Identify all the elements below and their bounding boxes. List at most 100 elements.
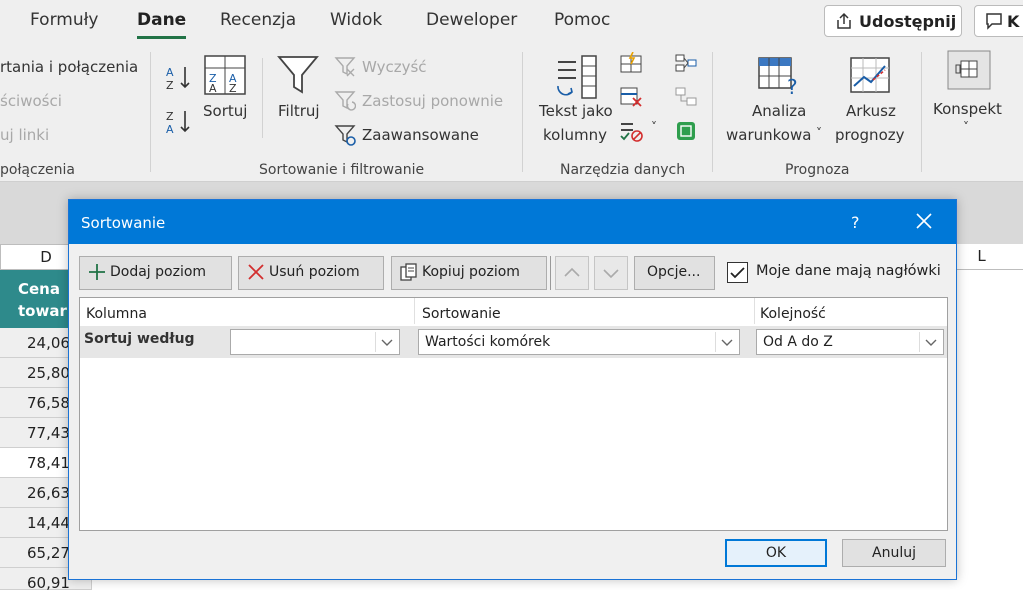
chevron-down-icon [919, 332, 941, 352]
group-label-queries: połączenia [0, 162, 76, 178]
tab-review[interactable]: Recenzja [220, 10, 296, 30]
sort-level-row[interactable]: Sortuj według Wartości komórek Od A do Z [80, 326, 947, 358]
consolidate-icon[interactable] [674, 52, 698, 78]
sort-on-select[interactable]: Wartości komórek [418, 329, 740, 355]
forecast-sheet-icon [849, 56, 893, 100]
tab-formulas[interactable]: Formuły [30, 10, 99, 30]
cancel-button[interactable]: Anuluj [842, 539, 946, 567]
close-icon[interactable] [915, 212, 933, 234]
filter-label: Filtruj [278, 102, 320, 120]
tab-data[interactable]: Dane [137, 10, 187, 39]
move-down-button[interactable] [594, 256, 628, 290]
order-select-value: Od A do Z [763, 334, 833, 350]
headers-checkbox[interactable] [727, 262, 748, 283]
headers-checkbox-label: Moje dane mają nagłówki [756, 263, 941, 279]
svg-text:Z: Z [229, 82, 237, 95]
svg-text:A: A [166, 123, 174, 136]
text-to-columns-icon [550, 54, 600, 104]
order-select[interactable]: Od A do Z [756, 329, 944, 355]
sort-levels-grid: Kolumna Sortowanie Kolejność Sortuj wedł… [79, 297, 948, 531]
ribbon-tab-bar: Formuły Dane Recenzja Widok Deweloper Po… [0, 0, 1023, 44]
chevron-up-icon [564, 267, 580, 277]
delete-level-label: Usuń poziom [269, 264, 360, 280]
checkmark-icon [730, 267, 745, 279]
chevron-down-icon: ˅ [816, 126, 822, 140]
funnel-icon [276, 54, 320, 100]
copy-level-button[interactable]: Kopiuj poziom [391, 256, 547, 290]
header-separator [414, 298, 415, 324]
reapply-icon [334, 90, 357, 116]
sort-dialog: Sortowanie ? Dodaj poziom Usuń poziom Ko… [68, 199, 957, 580]
comments-label: K [1007, 12, 1020, 31]
text-to-columns-label-2: kolumny [543, 126, 607, 144]
share-button[interactable]: Udostępnij [824, 5, 962, 37]
tab-developer[interactable]: Deweloper [426, 10, 517, 30]
clear-filter-icon [334, 56, 356, 82]
toolbar-separator [550, 256, 551, 290]
what-if-label-2: warunkowa [726, 126, 812, 144]
ribbon-separator [921, 52, 922, 172]
svg-text:?: ? [787, 75, 798, 96]
share-icon [835, 12, 853, 34]
what-if-icon: ? [757, 56, 803, 100]
excel-window: Formuły Dane Recenzja Widok Deweloper Po… [0, 0, 1023, 590]
add-level-label: Dodaj poziom [110, 264, 207, 280]
sort-az-icon[interactable]: AZ [165, 64, 193, 96]
text-to-columns-label-1: Tekst jako [539, 102, 613, 120]
group-label-sort-filter: Sortowanie i filtrowanie [259, 162, 425, 178]
ribbon-separator [522, 52, 523, 172]
move-up-button[interactable] [555, 256, 589, 290]
dialog-title-bar: Sortowanie ? [69, 200, 956, 244]
advanced-filter-icon [334, 124, 358, 152]
column-select[interactable] [230, 329, 400, 355]
close-icon [247, 263, 265, 285]
sort-on-select-value: Wartości komórek [425, 334, 551, 350]
column-header: Kolumna [86, 306, 147, 322]
svg-text:Z: Z [166, 79, 174, 92]
options-button[interactable]: Opcje... [634, 256, 715, 290]
chevron-down-icon [603, 269, 619, 279]
copy-icon [400, 263, 418, 285]
forecast-label-2: prognozy [835, 126, 905, 144]
sort-by-label: Sortuj według [84, 331, 195, 347]
ribbon-separator [262, 58, 263, 138]
sort-dialog-icon: ZAAZ [203, 54, 247, 100]
advanced-button[interactable]: Zaawansowane [362, 126, 479, 144]
sort-za-icon[interactable]: ZA [165, 108, 193, 140]
tab-view[interactable]: Widok [330, 10, 382, 30]
chevron-down-icon[interactable]: ˅ [651, 120, 657, 134]
data-validation-icon[interactable] [619, 120, 643, 146]
dialog-title: Sortowanie [81, 214, 166, 232]
flash-fill-icon[interactable] [619, 51, 643, 78]
svg-text:A: A [166, 66, 174, 79]
group-label-data-tools: Narzędzia danych [560, 162, 686, 178]
forecast-label-1: Arkusz [846, 102, 896, 120]
outline-icon [947, 50, 991, 94]
tab-help[interactable]: Pomoc [554, 10, 610, 30]
delete-level-button[interactable]: Usuń poziom [238, 256, 384, 290]
help-button[interactable]: ? [851, 213, 860, 232]
clear-button[interactable]: Wyczyść [362, 58, 427, 76]
ribbon: rtania i połączenia ściwości uj linki po… [0, 44, 1023, 182]
properties-button[interactable]: ściwości [0, 92, 62, 110]
group-label-forecast: Prognoza [785, 162, 850, 178]
svg-text:Z: Z [166, 110, 174, 123]
add-level-button[interactable]: Dodaj poziom [79, 256, 232, 290]
order-header: Kolejność [760, 306, 826, 322]
reapply-button[interactable]: Zastosuj ponownie [362, 92, 503, 110]
edit-links-button[interactable]: uj linki [0, 126, 49, 144]
comments-button[interactable]: K [974, 5, 1023, 37]
relationships-icon[interactable] [674, 86, 698, 112]
share-label: Udostępnij [859, 12, 957, 31]
data-model-icon[interactable] [674, 120, 698, 146]
comment-icon [985, 12, 1003, 34]
ok-button[interactable]: OK [725, 539, 827, 567]
chevron-down-icon [715, 332, 737, 352]
svg-text:A: A [209, 82, 217, 95]
queries-connections-button[interactable]: rtania i połączenia [0, 58, 138, 76]
ribbon-separator [150, 52, 151, 172]
copy-level-label: Kopiuj poziom [422, 264, 520, 280]
remove-duplicates-icon[interactable] [619, 86, 643, 112]
sort-on-header: Sortowanie [422, 306, 501, 322]
ribbon-separator [712, 52, 713, 172]
